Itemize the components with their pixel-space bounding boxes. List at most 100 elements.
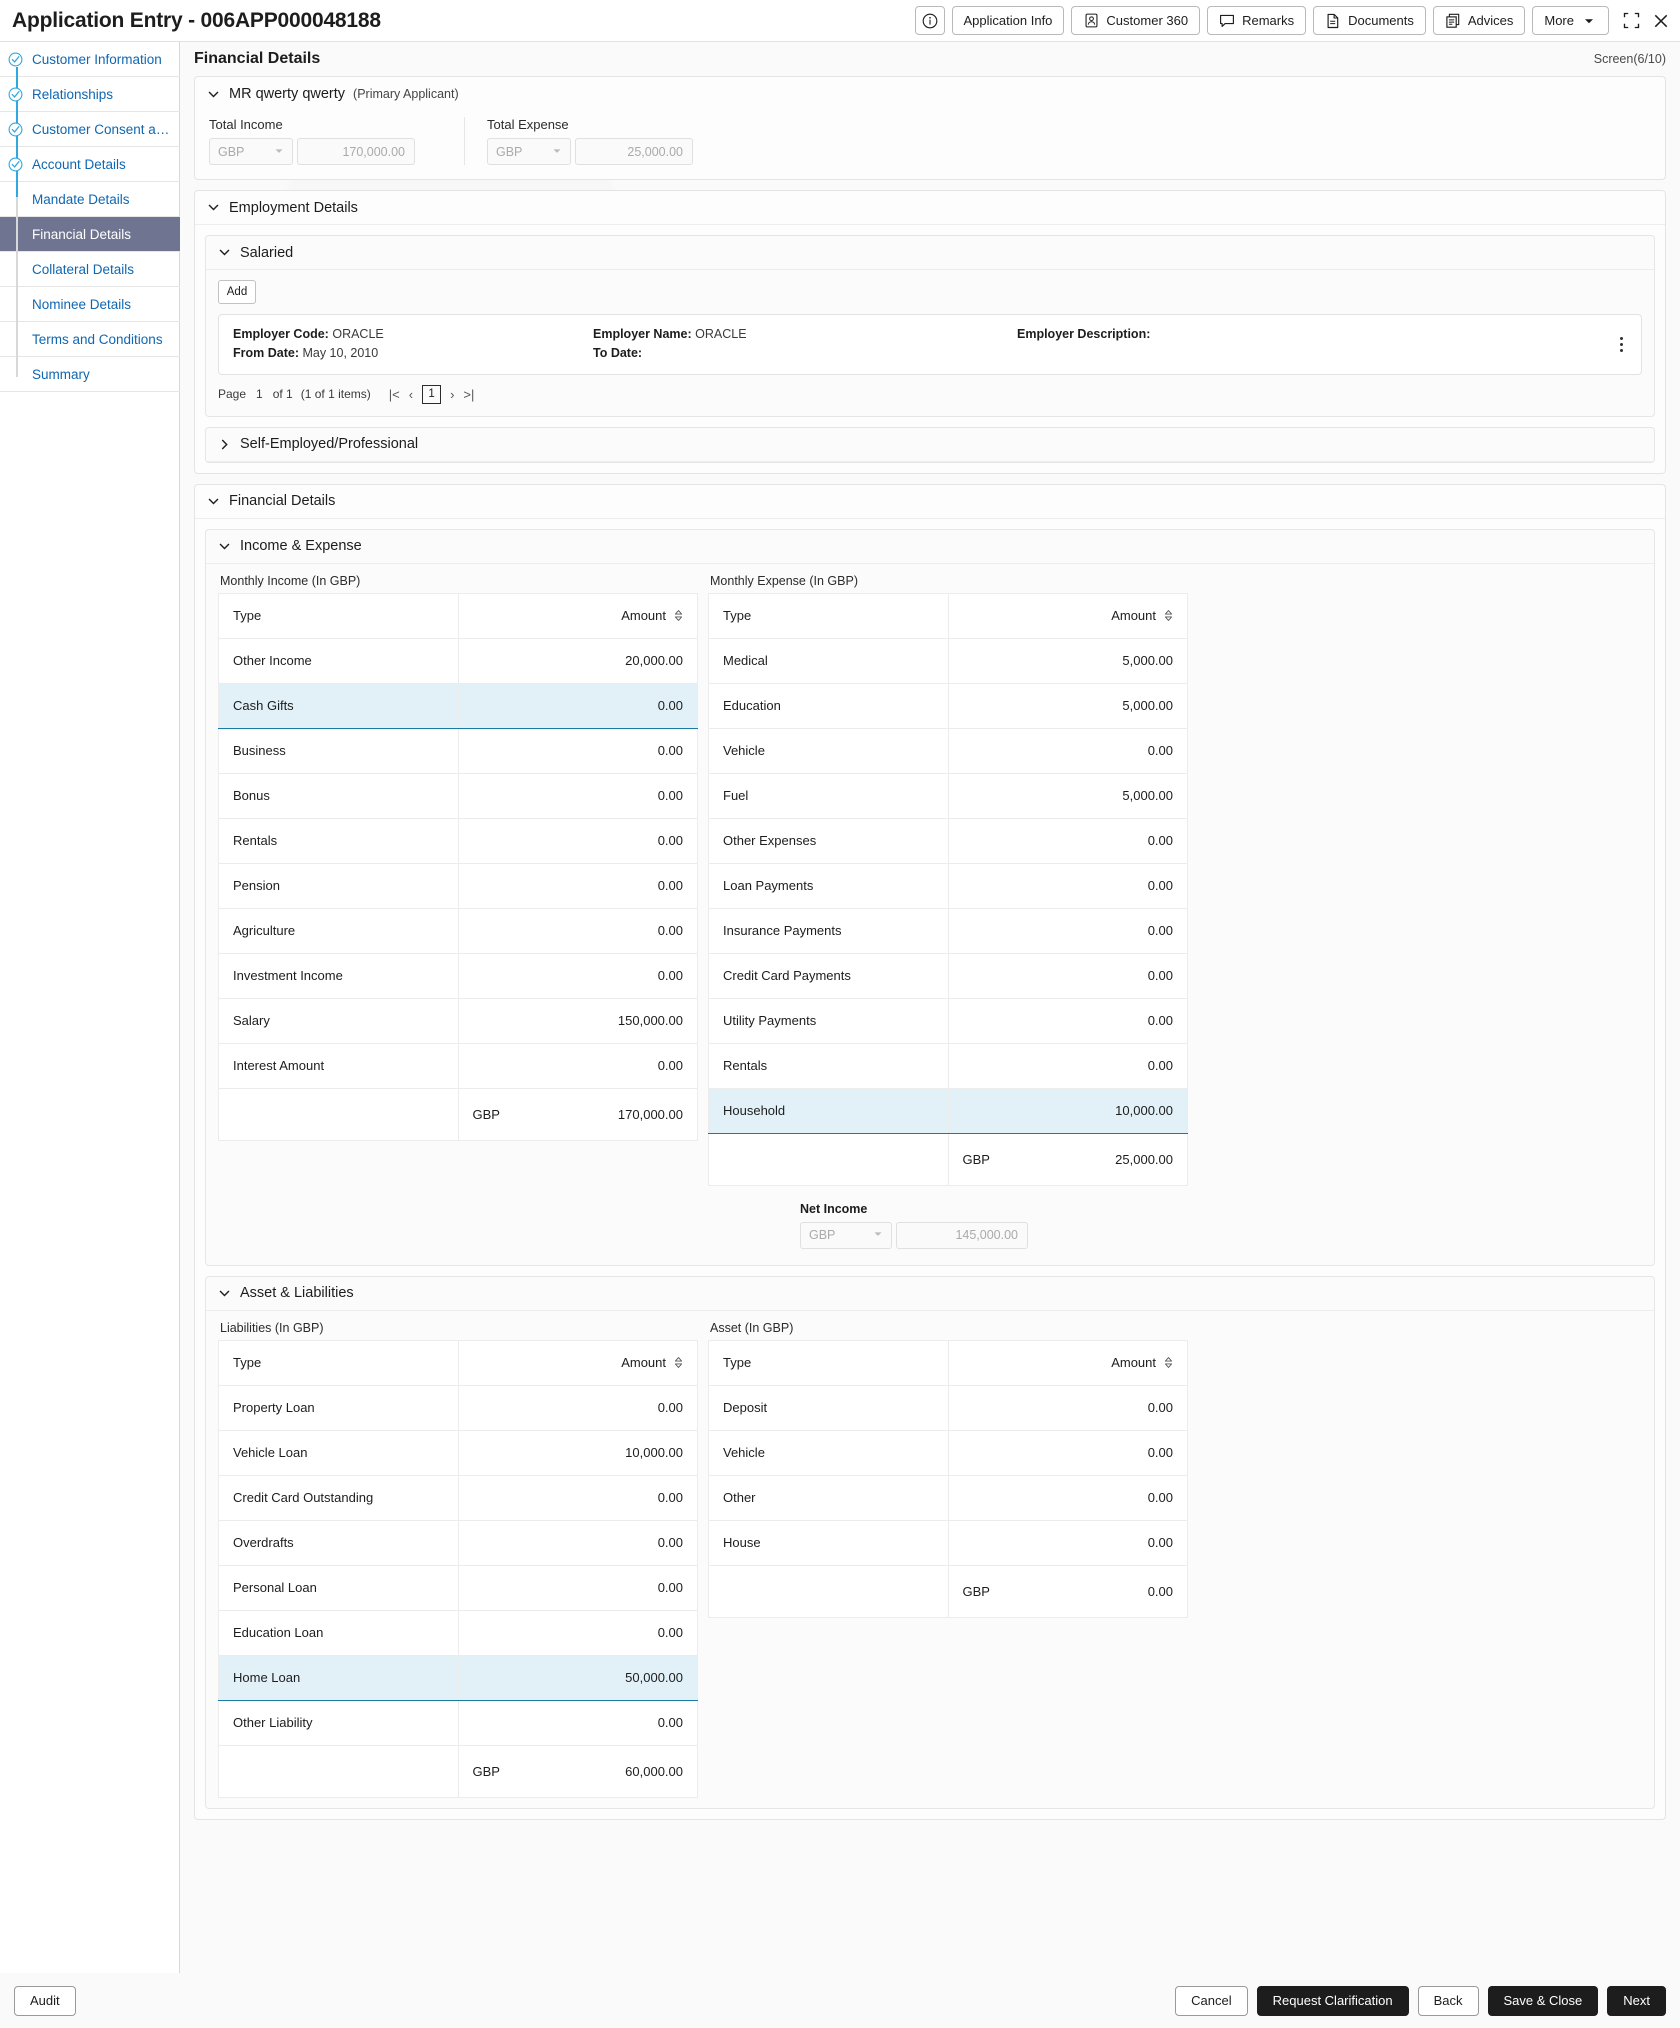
table-row[interactable]: Insurance Payments 0.00 [708, 907, 1188, 954]
table-row[interactable]: Vehicle 0.00 [708, 1429, 1188, 1476]
cell-amount[interactable]: 0.00 [457, 727, 698, 774]
next-page-button[interactable]: › [450, 387, 454, 402]
table-row[interactable]: Investment Income 0.00 [218, 952, 698, 999]
table-row[interactable]: Agriculture 0.00 [218, 907, 698, 954]
column-header-type[interactable]: Type [218, 1339, 459, 1386]
cell-amount[interactable]: 20,000.00 [457, 637, 698, 684]
table-row[interactable]: Utility Payments 0.00 [708, 997, 1188, 1044]
cell-amount[interactable]: 0.00 [457, 1699, 698, 1746]
cell-amount[interactable]: 0.00 [457, 1042, 698, 1089]
sort-icon[interactable] [674, 1356, 683, 1371]
request-clarification-button[interactable]: Request Clarification [1256, 1985, 1409, 2016]
close-icon[interactable] [1652, 12, 1670, 30]
asset-liabilities-header[interactable]: Asset & Liabilities [206, 1277, 1654, 1311]
cell-amount[interactable]: 0.00 [947, 1474, 1188, 1521]
table-row[interactable]: Fuel 5,000.00 [708, 772, 1188, 819]
column-header-amount[interactable]: Amount [457, 592, 698, 639]
table-row[interactable]: Vehicle Loan 10,000.00 [218, 1429, 698, 1476]
total-expense-currency-select[interactable]: GBP [487, 138, 571, 165]
sort-icon[interactable] [1164, 609, 1173, 624]
table-row[interactable]: Bonus 0.00 [218, 772, 698, 819]
sort-icon[interactable] [674, 609, 683, 624]
sidebar-item-summary[interactable]: Summary [0, 357, 180, 392]
cell-amount[interactable]: 0.00 [947, 1429, 1188, 1476]
net-income-amount-input[interactable]: 145,000.00 [896, 1221, 1028, 1249]
advices-button[interactable]: Advices [1432, 6, 1526, 35]
documents-button[interactable]: Documents [1313, 6, 1426, 35]
table-row[interactable]: Other 0.00 [708, 1474, 1188, 1521]
table-row[interactable]: Medical 5,000.00 [708, 637, 1188, 684]
table-row[interactable]: Property Loan 0.00 [218, 1384, 698, 1431]
cell-amount[interactable]: 0.00 [457, 862, 698, 909]
table-row[interactable]: Education 5,000.00 [708, 682, 1188, 729]
customer-360-button[interactable]: Customer 360 [1071, 6, 1201, 35]
sidebar-item-financial-details[interactable]: Financial Details [0, 217, 180, 252]
employment-details-header[interactable]: Employment Details [195, 191, 1665, 225]
cell-amount[interactable]: 0.00 [457, 1564, 698, 1611]
cell-amount[interactable]: 5,000.00 [947, 682, 1188, 729]
table-row[interactable]: Loan Payments 0.00 [708, 862, 1188, 909]
table-row[interactable]: Personal Loan 0.00 [218, 1564, 698, 1611]
table-row[interactable]: Vehicle 0.00 [708, 727, 1188, 774]
column-header-type[interactable]: Type [708, 1339, 949, 1386]
cell-amount[interactable]: 150,000.00 [457, 997, 698, 1044]
table-row[interactable]: Credit Card Outstanding 0.00 [218, 1474, 698, 1521]
more-button[interactable]: More [1532, 6, 1609, 35]
table-row[interactable]: Household 10,000.00 [708, 1087, 1188, 1134]
current-page-input[interactable]: 1 [422, 384, 442, 404]
table-row[interactable]: Deposit 0.00 [708, 1384, 1188, 1431]
application-info-button[interactable]: Application Info [951, 6, 1065, 35]
table-row[interactable]: Home Loan 50,000.00 [218, 1654, 698, 1701]
cell-amount[interactable]: 0.00 [947, 1519, 1188, 1566]
table-row[interactable]: Rentals 0.00 [708, 1042, 1188, 1089]
cell-amount[interactable]: 5,000.00 [947, 637, 1188, 684]
total-expense-amount-input[interactable]: 25,000.00 [575, 138, 693, 165]
total-income-amount-input[interactable]: 170,000.00 [297, 138, 415, 165]
applicant-section-header[interactable]: MR qwerty qwerty (Primary Applicant) [195, 77, 1665, 111]
column-header-type[interactable]: Type [708, 592, 949, 639]
cell-amount[interactable]: 0.00 [947, 727, 1188, 774]
table-row[interactable]: Education Loan 0.00 [218, 1609, 698, 1656]
table-row[interactable]: Salary 150,000.00 [218, 997, 698, 1044]
cell-amount[interactable]: 0.00 [457, 1474, 698, 1521]
cell-amount[interactable]: 0.00 [457, 1384, 698, 1431]
cancel-button[interactable]: Cancel [1175, 1985, 1248, 2016]
sidebar-item-nominee-details[interactable]: Nominee Details [0, 287, 180, 322]
sidebar-item-terms-and-conditions[interactable]: Terms and Conditions [0, 322, 180, 357]
record-menu-icon[interactable] [1613, 334, 1629, 354]
sidebar-item-customer-information[interactable]: Customer Information [0, 42, 180, 77]
table-row[interactable]: Credit Card Payments 0.00 [708, 952, 1188, 999]
cell-amount[interactable]: 0.00 [947, 1384, 1188, 1431]
salaried-header[interactable]: Salaried [206, 236, 1654, 270]
sidebar-item-customer-consent[interactable]: Customer Consent and … [0, 112, 180, 147]
next-button[interactable]: Next [1607, 1985, 1666, 2016]
cell-amount[interactable]: 10,000.00 [457, 1429, 698, 1476]
employer-record-card[interactable]: Employer Code: ORACLE From Date: May 10,… [218, 314, 1642, 375]
table-row[interactable]: Other Income 20,000.00 [218, 637, 698, 684]
income-expense-header[interactable]: Income & Expense [206, 530, 1654, 564]
cell-amount[interactable]: 0.00 [947, 817, 1188, 864]
table-row[interactable]: Interest Amount 0.00 [218, 1042, 698, 1089]
sidebar-item-mandate-details[interactable]: Mandate Details [0, 182, 180, 217]
table-row[interactable]: Business 0.00 [218, 727, 698, 774]
last-page-button[interactable]: >| [463, 387, 474, 402]
table-row[interactable]: Other Expenses 0.00 [708, 817, 1188, 864]
cell-amount[interactable]: 50,000.00 [457, 1654, 698, 1701]
table-row[interactable]: House 0.00 [708, 1519, 1188, 1566]
sidebar-item-account-details[interactable]: Account Details [0, 147, 180, 182]
add-employment-button[interactable]: Add [218, 280, 256, 304]
total-income-currency-select[interactable]: GBP [209, 138, 293, 165]
cell-amount[interactable]: 0.00 [457, 817, 698, 864]
remarks-button[interactable]: Remarks [1207, 6, 1307, 35]
sidebar-item-relationships[interactable]: Relationships [0, 77, 180, 112]
sort-icon[interactable] [1164, 1356, 1173, 1371]
back-button[interactable]: Back [1417, 1985, 1479, 2016]
first-page-button[interactable]: |< [389, 387, 400, 402]
net-income-currency-select[interactable]: GBP [800, 1221, 892, 1249]
sidebar-item-collateral-details[interactable]: Collateral Details [0, 252, 180, 287]
table-row[interactable]: Pension 0.00 [218, 862, 698, 909]
cell-amount[interactable]: 0.00 [457, 907, 698, 954]
self-employed-header[interactable]: Self-Employed/Professional [206, 428, 1654, 462]
column-header-amount[interactable]: Amount [947, 592, 1188, 639]
prev-page-button[interactable]: ‹ [409, 387, 413, 402]
